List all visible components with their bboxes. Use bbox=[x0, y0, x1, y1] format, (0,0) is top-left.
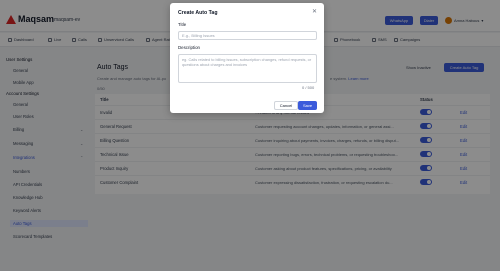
save-button[interactable]: Save bbox=[298, 101, 317, 110]
dialog-title: Create Auto Tag bbox=[178, 10, 218, 16]
description-textarea[interactable] bbox=[178, 54, 317, 83]
character-counter: 0 / 500 bbox=[302, 85, 315, 90]
create-auto-tag-dialog: Create Auto Tag ✕ Title Description 0 / … bbox=[170, 3, 324, 113]
title-field-label: Title bbox=[178, 22, 187, 27]
description-field-label: Description bbox=[178, 45, 200, 50]
cancel-button[interactable]: Cancel bbox=[274, 101, 298, 110]
title-input[interactable] bbox=[178, 31, 317, 40]
close-icon[interactable]: ✕ bbox=[312, 8, 317, 15]
